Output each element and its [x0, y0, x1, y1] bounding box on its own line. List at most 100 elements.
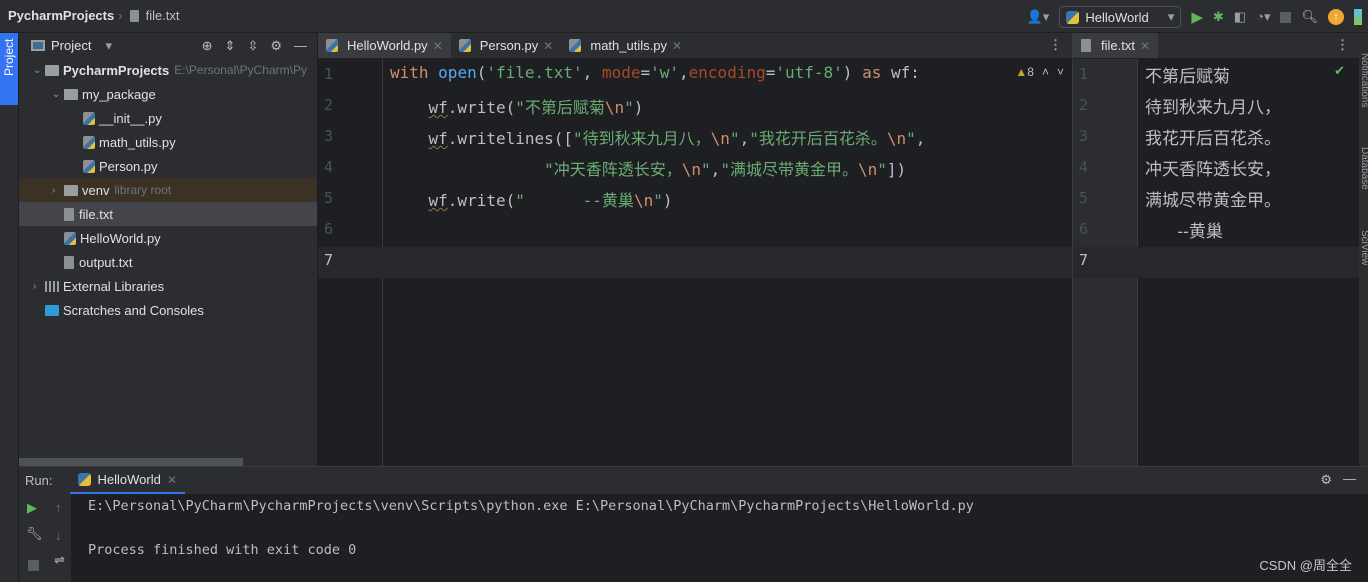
code-token: , — [710, 160, 721, 179]
right-tool-tab[interactable]: Database — [1359, 147, 1368, 190]
run-config-select[interactable]: HelloWorld ▾ — [1059, 6, 1182, 28]
inspection-widget[interactable]: ▲8 ˄ ˅ — [1015, 65, 1064, 79]
code-token: \n — [681, 160, 702, 179]
tree-item[interactable]: ⌄ PycharmProjects E:\Personal\PyCharm\Py — [19, 58, 317, 82]
gear-icon[interactable]: ⚙ — [270, 38, 282, 54]
line-number: 4 — [324, 158, 334, 176]
line-number: 4 — [1079, 158, 1089, 176]
gear-icon[interactable]: ⚙ — [1320, 472, 1332, 488]
editor-tab[interactable]: HelloWorld.py ✕ — [318, 33, 451, 58]
right-tool-tab[interactable]: SciView — [1359, 230, 1368, 265]
code-token: .write( — [447, 191, 516, 210]
line-number: 2 — [1079, 96, 1089, 114]
project-tool-tab-label: Project — [2, 39, 16, 77]
breadcrumb: PycharmProjects › file.txt — [8, 8, 180, 23]
project-panel-title[interactable]: Project — [51, 38, 91, 53]
editor-tab[interactable]: math_utils.py ✕ — [561, 33, 690, 58]
tree-item[interactable]: file.txt — [19, 202, 317, 226]
current-line-highlight — [1073, 247, 1359, 278]
run-toolbar: ▶ 🔧︎ ↑ ↓ ⇌ — [19, 494, 71, 582]
run-icon[interactable]: ▶ — [1191, 8, 1203, 26]
project-tool-tab[interactable]: Project — [0, 33, 18, 105]
soft-wrap-icon[interactable]: ⇌ — [54, 552, 65, 568]
chevron-right-icon[interactable]: › — [33, 281, 45, 292]
hide-icon[interactable]: — — [1343, 471, 1356, 486]
wrench-icon[interactable]: 🔧︎ — [26, 526, 43, 542]
more-icon[interactable]: ⋮ — [1049, 37, 1062, 53]
search-icon[interactable]: 🔍︎ — [1301, 9, 1318, 25]
chevron-down-icon[interactable]: ⌄ — [52, 89, 64, 100]
run-label: Run: — [25, 473, 53, 488]
next-highlight-icon[interactable]: ˅ — [1057, 65, 1064, 79]
editor-pane: HelloWorld.py ✕ Person.py ✕ math_utils.py ✕ ⋮… — [318, 33, 1073, 466]
up-arrow-icon[interactable]: ↑ — [55, 500, 62, 515]
stop-icon[interactable] — [1280, 11, 1292, 23]
chevron-down-icon[interactable]: ⌄ — [33, 65, 45, 76]
hide-icon[interactable]: — — [294, 38, 307, 54]
tab-label: HelloWorld.py — [347, 38, 428, 53]
scratch-icon — [45, 304, 59, 316]
account-icon[interactable]: 👤▾ — [1027, 9, 1050, 25]
code-token: "冲天香阵透长安， — [544, 160, 682, 179]
console-line: E:\Personal\PyCharm\PycharmProjects\venv… — [88, 498, 974, 514]
tree-item[interactable]: math_utils.py — [19, 130, 317, 154]
tree-item-label: file.txt — [79, 206, 113, 222]
rerun-icon[interactable]: ▶ — [27, 500, 37, 516]
code-line: wf.writelines(["待到秋来九月八，\n","我花开后百花杀。\n"… — [390, 125, 926, 149]
right-tool-tab[interactable]: Notifications — [1359, 53, 1368, 107]
locate-icon[interactable]: ⊕ — [202, 38, 213, 54]
horizontal-scrollbar[interactable] — [19, 458, 243, 466]
update-icon[interactable]: ↑ — [1328, 9, 1344, 25]
tree-item[interactable]: output.txt — [19, 250, 317, 274]
breadcrumb-file[interactable]: file.txt — [146, 8, 180, 23]
breadcrumb-project[interactable]: PycharmProjects — [8, 8, 114, 23]
python-icon — [1066, 10, 1080, 24]
line-number: 1 — [1079, 65, 1089, 83]
text-line: --黄巢 — [1145, 222, 1223, 242]
code-line: wf.write("不第后赋菊\n") — [390, 94, 644, 118]
down-arrow-icon[interactable]: ↓ — [55, 528, 62, 543]
tree-item[interactable]: › venv library root — [19, 178, 317, 202]
profile-icon[interactable]: ◔▾ — [1256, 9, 1270, 25]
tree-item-label: Scratches and Consoles — [63, 302, 204, 318]
warning-icon: ▲ — [1015, 65, 1028, 79]
lib-icon — [45, 280, 59, 292]
code-token: 'utf-8' — [775, 63, 843, 82]
editor-tab[interactable]: Person.py ✕ — [451, 33, 562, 58]
stop-icon[interactable] — [28, 560, 39, 571]
more-icon[interactable]: ⋮ — [1336, 37, 1349, 53]
close-icon[interactable]: ✕ — [167, 473, 177, 487]
tree-item[interactable]: __init__.py — [19, 106, 317, 130]
tree-item[interactable]: HelloWorld.py — [19, 226, 317, 250]
close-icon[interactable]: ✕ — [672, 39, 682, 53]
tree-item[interactable]: › External Libraries — [19, 274, 317, 298]
title-bar: PycharmProjects › file.txt 👤▾ HelloWorld… — [0, 0, 1368, 33]
project-panel: Project ▾ ⊕ ⇕ ⇳ ⚙ — ⌄ PycharmProjects E:\P… — [19, 33, 318, 466]
run-panel: Run: HelloWorld ✕ ⚙ — ▶ 🔧︎ ↑ ↓ ⇌ E:\Pers… — [19, 466, 1368, 582]
tree-item[interactable]: Scratches and Consoles — [19, 298, 317, 322]
chevron-down-icon[interactable]: ▾ — [105, 38, 112, 54]
collapse-all-icon[interactable]: ⇳ — [247, 38, 258, 54]
watermark: CSDN @周全全 — [1259, 558, 1352, 573]
tab-file-txt[interactable]: file.txt ✕ — [1073, 33, 1159, 58]
tree-item[interactable]: ⌄ my_package — [19, 82, 317, 106]
line-number: 3 — [1079, 127, 1089, 145]
chevron-right-icon[interactable]: › — [52, 185, 64, 196]
code-token: \n — [710, 129, 730, 148]
code-token: 'w' — [650, 63, 680, 82]
code-token: " — [624, 98, 634, 117]
close-icon[interactable]: ✕ — [433, 39, 443, 53]
close-icon[interactable]: ✕ — [543, 39, 553, 53]
run-tab-helloworld[interactable]: HelloWorld ✕ — [70, 467, 185, 494]
debug-icon[interactable]: ✱ — [1213, 9, 1224, 25]
prev-highlight-icon[interactable]: ˄ — [1042, 65, 1049, 79]
py-icon — [83, 135, 95, 149]
line-number: 5 — [324, 189, 334, 207]
tree-item[interactable]: Person.py — [19, 154, 317, 178]
close-icon[interactable]: ✕ — [1140, 39, 1150, 53]
expand-all-icon[interactable]: ⇕ — [225, 38, 236, 54]
coverage-icon[interactable]: ◧ — [1234, 9, 1246, 25]
check-icon: ✔ — [1334, 63, 1345, 78]
tree-item-label: math_utils.py — [99, 134, 176, 150]
tree-item-label: output.txt — [79, 254, 133, 270]
